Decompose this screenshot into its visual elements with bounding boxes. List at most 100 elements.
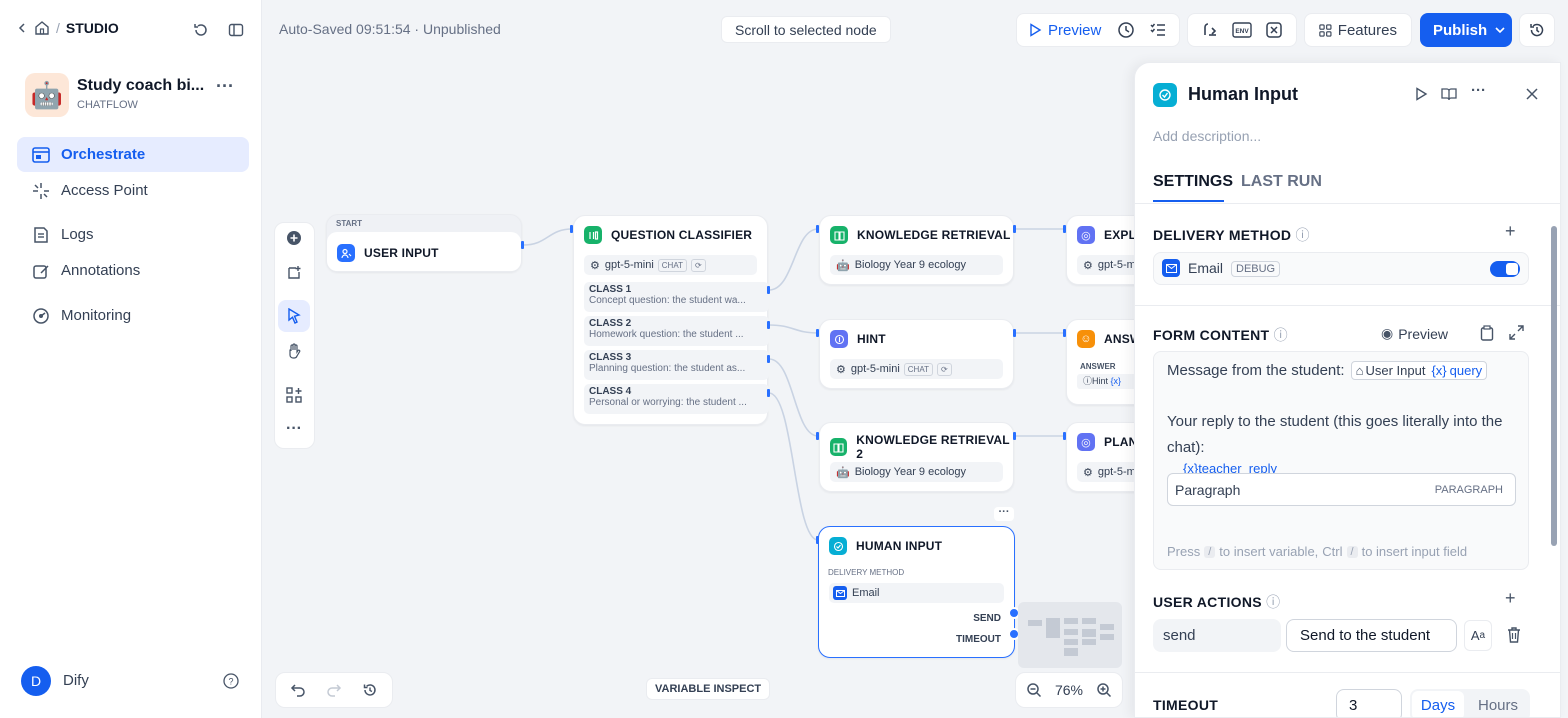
add-action-icon[interactable]: + bbox=[1505, 588, 1516, 609]
unit-hours[interactable]: Hours bbox=[1470, 691, 1526, 717]
openai-icon: ⚙ bbox=[590, 259, 600, 272]
edge-handle[interactable] bbox=[767, 321, 770, 329]
llm-icon bbox=[830, 330, 848, 348]
edge-handle[interactable] bbox=[816, 225, 819, 233]
action-label-input[interactable]: Send to the student bbox=[1286, 619, 1457, 652]
book-icon bbox=[830, 438, 848, 456]
edge-handle[interactable] bbox=[1063, 432, 1066, 440]
zoom-controls: 76% bbox=[1015, 672, 1123, 708]
edge-handle[interactable] bbox=[816, 329, 819, 337]
delivery-method-label: DELIVERY METHOD bbox=[828, 568, 905, 577]
redo-icon[interactable] bbox=[326, 682, 342, 698]
field-box[interactable]: Paragraph PARAGRAPH bbox=[1167, 473, 1516, 506]
more-icon[interactable]: ··· bbox=[1471, 82, 1486, 99]
model-tag: CHAT bbox=[657, 258, 687, 272]
undo-icon[interactable] bbox=[290, 682, 306, 698]
editor-hint: Press / to insert variable, Ctrl / to in… bbox=[1167, 544, 1468, 559]
dataset-icon: 🤖 bbox=[836, 466, 850, 479]
add-delivery-icon[interactable]: + bbox=[1505, 221, 1516, 242]
human-input-icon bbox=[829, 537, 847, 555]
book-icon bbox=[830, 226, 848, 244]
node-settings-panel: Human Input ··· Add description... SETTI… bbox=[1134, 62, 1561, 718]
edge-handle[interactable] bbox=[1063, 225, 1066, 233]
classifier-icon bbox=[584, 226, 602, 244]
node-title: HINT bbox=[857, 332, 886, 346]
edge-handle[interactable] bbox=[816, 536, 819, 544]
form-content-editor[interactable]: Message from the student: ⌂ User Input {x}… bbox=[1153, 351, 1529, 570]
help-doc-icon[interactable] bbox=[1441, 86, 1457, 102]
email-toggle[interactable] bbox=[1490, 261, 1520, 277]
edge-handle[interactable] bbox=[1013, 329, 1016, 337]
hint-node[interactable]: HINT ⚙ gpt-5-mini CHAT ⟳ bbox=[819, 319, 1014, 389]
email-icon bbox=[833, 586, 847, 600]
scrollbar[interactable] bbox=[1548, 208, 1560, 713]
delivery-name: Email bbox=[852, 587, 880, 599]
delivery-pill: Email bbox=[829, 583, 1004, 603]
class-item: CLASS 3 Planning question: the student as… bbox=[584, 350, 769, 380]
run-icon[interactable] bbox=[1414, 87, 1428, 101]
answer-icon: ☺ bbox=[1077, 330, 1095, 348]
clipboard-icon[interactable] bbox=[1480, 325, 1494, 341]
form-line-1: Message from the student: ⌂ User Input {x}… bbox=[1167, 361, 1488, 380]
node-more-icon[interactable]: ··· bbox=[994, 507, 1014, 521]
timeout-title: TIMEOUT bbox=[1153, 697, 1219, 713]
edge-handle[interactable] bbox=[1063, 329, 1066, 337]
form-preview-button[interactable]: ◉ Preview bbox=[1381, 325, 1448, 342]
edge-handle[interactable] bbox=[767, 355, 770, 363]
info-icon: ⓘ bbox=[1273, 327, 1288, 343]
timeout-value-input[interactable]: 3 bbox=[1336, 689, 1402, 717]
zoom-out-icon[interactable] bbox=[1026, 682, 1042, 698]
minimap[interactable] bbox=[1018, 602, 1122, 668]
variable-icon: {x} bbox=[1431, 363, 1447, 378]
eye-icon: ◉ bbox=[1381, 325, 1394, 341]
node-title: HUMAN INPUT bbox=[856, 539, 943, 553]
question-classifier-node[interactable]: QUESTION CLASSIFIER ⚙ gpt-5-mini CHAT ⟳ … bbox=[573, 215, 769, 425]
expand-icon[interactable] bbox=[1509, 325, 1524, 340]
description-input[interactable]: Add description... bbox=[1153, 128, 1261, 144]
node-title: KNOWLEDGE RETRIEVAL bbox=[857, 228, 1011, 242]
input-field-block[interactable]: {x}teacher_reply Paragraph PARAGRAPH bbox=[1167, 461, 1516, 506]
edge-handle[interactable] bbox=[767, 286, 770, 294]
human-input-icon bbox=[1153, 83, 1177, 107]
unit-days[interactable]: Days bbox=[1412, 691, 1464, 717]
variable-inspect-button[interactable]: VARIABLE INSPECT bbox=[646, 678, 771, 700]
dataset-name: Biology Year 9 ecology bbox=[854, 259, 967, 271]
node-title: KNOWLEDGE RETRIEVAL 2 bbox=[856, 433, 1010, 461]
user-actions-title: USER ACTIONS ⓘ bbox=[1153, 594, 1281, 610]
scrollbar-thumb[interactable] bbox=[1551, 226, 1557, 546]
edge-handle[interactable] bbox=[767, 389, 770, 397]
model-name: gpt-5-mini bbox=[604, 259, 654, 271]
close-icon[interactable] bbox=[1525, 87, 1539, 101]
edge-handle[interactable] bbox=[816, 432, 819, 440]
zoom-in-icon[interactable] bbox=[1096, 682, 1112, 698]
llm-icon: ◎ bbox=[1077, 433, 1095, 451]
home-icon: ⌂ bbox=[1355, 363, 1364, 378]
info-icon: ⓘ bbox=[1266, 594, 1281, 610]
knowledge-retrieval-2-node[interactable]: KNOWLEDGE RETRIEVAL 2 🤖 Biology Year 9 ec… bbox=[819, 422, 1014, 492]
edge-handle[interactable] bbox=[521, 241, 524, 249]
version-history-icon[interactable] bbox=[362, 682, 378, 698]
history-controls bbox=[275, 672, 393, 708]
edge-handle[interactable] bbox=[570, 225, 573, 233]
zoom-level[interactable]: 76% bbox=[1055, 682, 1083, 698]
edge-handle[interactable] bbox=[1013, 225, 1016, 233]
dataset-name: Biology Year 9 ecology bbox=[854, 466, 967, 478]
tab-last-run[interactable]: LAST RUN bbox=[1241, 173, 1322, 191]
variable-chip[interactable]: ⌂ User Input {x} query bbox=[1350, 361, 1488, 380]
email-label: Email bbox=[1188, 260, 1224, 276]
panel-title[interactable]: Human Input bbox=[1188, 84, 1298, 105]
dataset-icon: 🤖 bbox=[836, 259, 850, 272]
trash-icon[interactable] bbox=[1507, 627, 1521, 643]
tab-settings[interactable]: SETTINGS bbox=[1153, 173, 1233, 191]
form-content-title: FORM CONTENT ⓘ bbox=[1153, 327, 1288, 343]
human-input-node[interactable]: HUMAN INPUT DELIVERY METHOD Email SEND T… bbox=[818, 526, 1015, 658]
knowledge-retrieval-node[interactable]: KNOWLEDGE RETRIEVAL 🤖 Biology Year 9 ecol… bbox=[819, 215, 1014, 285]
field-type: PARAGRAPH bbox=[1434, 484, 1503, 496]
model-tag: CHAT bbox=[903, 362, 933, 376]
model-name: gpt-5-mini bbox=[850, 363, 900, 375]
edge-handle[interactable] bbox=[1013, 432, 1016, 440]
action-id-input[interactable]: send bbox=[1153, 619, 1281, 652]
text-style-icon[interactable]: Aa bbox=[1464, 620, 1492, 651]
start-tag: START bbox=[336, 219, 363, 228]
start-node[interactable]: START USER INPUT bbox=[326, 214, 522, 272]
